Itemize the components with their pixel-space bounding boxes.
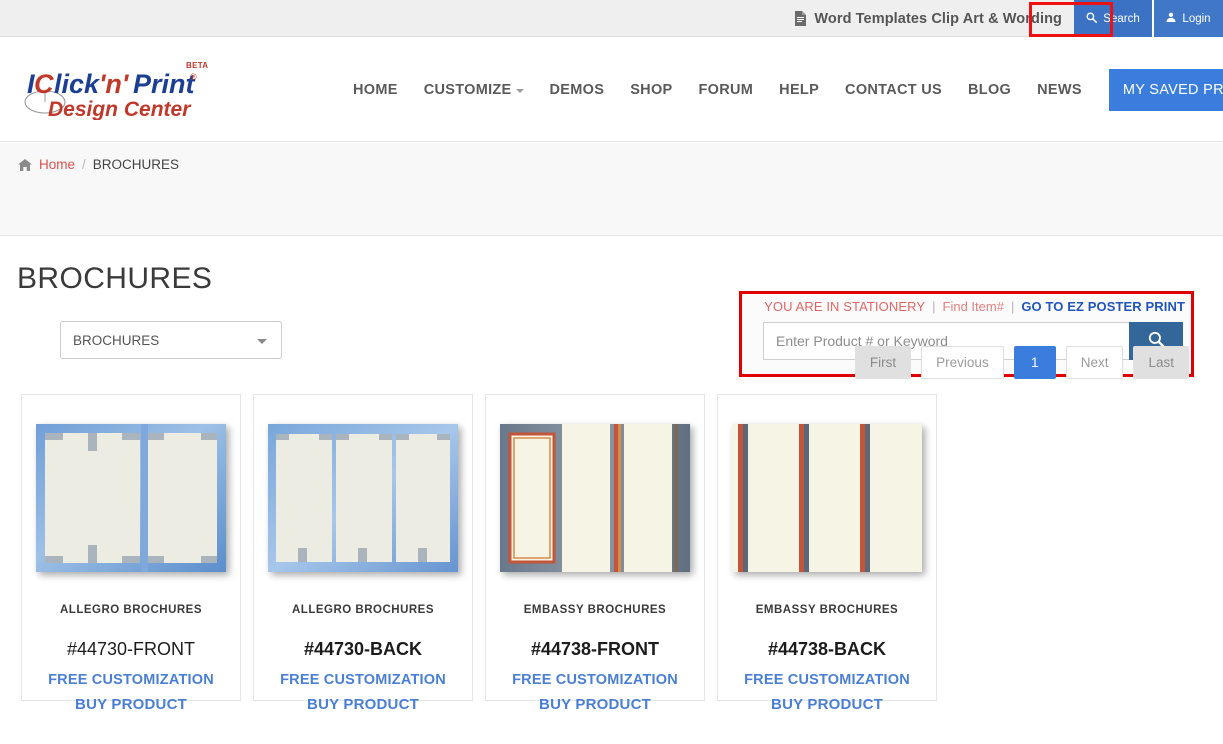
nav-item-contact-us[interactable]: CONTACT US <box>832 82 955 98</box>
page-title: BROCHURES <box>17 262 212 296</box>
nav-item-forum[interactable]: FORUM <box>686 82 767 98</box>
product-card[interactable]: EMBASSY BROCHURES #44738-FRONT FREE CUST… <box>485 394 705 701</box>
pagination: First Previous 1 Next Last <box>855 346 1189 379</box>
buy-product-link[interactable]: BUY PRODUCT <box>717 696 937 713</box>
home-icon <box>18 159 32 171</box>
nav-label: HELP <box>779 82 819 98</box>
my-saved-projects-button[interactable]: MY SAVED PROJECTS <box>1109 69 1223 111</box>
product-thumbnail-wrapper <box>718 395 936 600</box>
pagination-previous[interactable]: Previous <box>921 346 1004 379</box>
svg-text:C: C <box>34 69 54 99</box>
main-navigation: HOME CUSTOMIZE DEMOS SHOP FORUM HELP CON… <box>340 37 1223 142</box>
product-thumbnail-image <box>268 424 458 572</box>
product-thumbnail-wrapper <box>254 395 472 600</box>
saved-projects-label: MY SAVED PROJECTS <box>1123 82 1223 98</box>
product-card-wrapper: ALLEGRO BROCHURES #44730-FRONT FREE CUST… <box>21 394 241 701</box>
beta-badge: BETA <box>186 61 208 70</box>
chevron-down-icon <box>257 339 267 344</box>
product-grid: ALLEGRO BROCHURES #44730-FRONT FREE CUST… <box>21 394 937 701</box>
nav-label: BLOG <box>968 82 1011 98</box>
buy-product-link[interactable]: BUY PRODUCT <box>21 696 241 713</box>
top-utility-bar: Word Templates Clip Art & Wording Search… <box>0 0 1223 37</box>
nav-item-demos[interactable]: DEMOS <box>537 82 618 98</box>
go-to-ez-poster-print-link[interactable]: GO TO EZ POSTER PRINT <box>1021 299 1185 314</box>
product-brand: ALLEGRO BROCHURES <box>60 604 202 616</box>
chevron-down-icon <box>516 89 524 93</box>
svg-text:Design Center: Design Center <box>48 98 192 120</box>
nav-label: NEWS <box>1037 82 1082 98</box>
word-templates-link[interactable]: Word Templates Clip Art & Wording <box>794 0 1074 37</box>
svg-text:®: ® <box>190 72 197 82</box>
document-icon <box>794 11 807 26</box>
pagination-next[interactable]: Next <box>1066 346 1124 379</box>
breadcrumb-strip: Home / BROCHURES BROCHURES YOU ARE IN ST… <box>0 143 1223 236</box>
product-card-wrapper: ALLEGRO BROCHURES #44730-BACK FREE CUSTO… <box>253 394 473 701</box>
nav-label: CONTACT US <box>845 82 942 98</box>
search-icon <box>1086 12 1097 26</box>
product-thumbnail-wrapper <box>22 395 240 600</box>
free-customization-link[interactable]: FREE CUSTOMIZATION <box>48 672 214 688</box>
product-card[interactable]: ALLEGRO BROCHURES #44730-BACK FREE CUSTO… <box>253 394 473 701</box>
site-header: I C lick 'n' Print ® Design Center BETA … <box>0 37 1223 142</box>
breadcrumb-current: BROCHURES <box>93 157 179 172</box>
breadcrumb-home-link[interactable]: Home <box>39 157 75 172</box>
free-customization-link[interactable]: FREE CUSTOMIZATION <box>744 672 910 688</box>
nav-label: DEMOS <box>550 82 605 98</box>
pagination-last[interactable]: Last <box>1133 346 1189 379</box>
product-thumbnail-image <box>36 424 226 572</box>
product-sku: #44730-BACK <box>304 639 422 660</box>
nav-label: FORUM <box>699 82 754 98</box>
pagination-first[interactable]: First <box>855 346 911 379</box>
product-thumbnail-image <box>732 424 922 572</box>
product-sku: #44738-BACK <box>768 639 886 660</box>
product-brand: ALLEGRO BROCHURES <box>292 604 434 616</box>
svg-text:'n': 'n' <box>99 69 130 99</box>
nav-label: CUSTOMIZE <box>424 82 512 98</box>
nav-item-news[interactable]: NEWS <box>1024 82 1095 98</box>
product-brand: EMBASSY BROCHURES <box>524 604 666 616</box>
pagination-page-1[interactable]: 1 <box>1014 346 1056 379</box>
link-separator-1: | <box>932 299 935 314</box>
find-item-link[interactable]: Find Item# <box>943 299 1004 314</box>
stationery-status-label: YOU ARE IN STATIONERY <box>764 299 925 314</box>
product-thumbnail-wrapper <box>486 395 704 600</box>
top-utility-bar-actions: Word Templates Clip Art & Wording Search… <box>794 0 1223 37</box>
nav-item-home[interactable]: HOME <box>340 82 411 98</box>
nav-label: HOME <box>353 82 398 98</box>
svg-text:lick: lick <box>54 69 101 99</box>
category-select-value: BROCHURES <box>73 333 159 348</box>
nav-item-shop[interactable]: SHOP <box>617 82 685 98</box>
breadcrumb: Home / BROCHURES <box>18 157 179 172</box>
top-search-label: Search <box>1103 13 1139 25</box>
nav-item-customize[interactable]: CUSTOMIZE <box>411 82 537 98</box>
product-sku: #44730-FRONT <box>67 639 195 660</box>
search-panel-links: YOU ARE IN STATIONERY | Find Item# | GO … <box>742 299 1185 314</box>
word-templates-label: Word Templates Clip Art & Wording <box>814 11 1062 27</box>
buy-product-link[interactable]: BUY PRODUCT <box>253 696 473 713</box>
top-search-button[interactable]: Search <box>1074 0 1152 37</box>
product-card-wrapper: EMBASSY BROCHURES #44738-BACK FREE CUSTO… <box>717 394 937 701</box>
nav-label: SHOP <box>630 82 672 98</box>
product-sku: #44738-FRONT <box>531 639 659 660</box>
nav-item-help[interactable]: HELP <box>766 82 832 98</box>
product-card[interactable]: ALLEGRO BROCHURES #44730-FRONT FREE CUST… <box>21 394 241 701</box>
login-button[interactable]: Login <box>1152 0 1223 37</box>
product-card-wrapper: EMBASSY BROCHURES #44738-FRONT FREE CUST… <box>485 394 705 701</box>
buy-product-link[interactable]: BUY PRODUCT <box>485 696 705 713</box>
login-label: Login <box>1182 13 1210 25</box>
breadcrumb-separator: / <box>82 157 86 172</box>
user-icon <box>1166 12 1176 25</box>
link-separator-2: | <box>1011 299 1014 314</box>
product-brand: EMBASSY BROCHURES <box>756 604 898 616</box>
product-card[interactable]: EMBASSY BROCHURES #44738-BACK FREE CUSTO… <box>717 394 937 701</box>
nav-item-blog[interactable]: BLOG <box>955 82 1024 98</box>
svg-text:Print: Print <box>133 69 196 99</box>
category-select[interactable]: BROCHURES <box>60 321 282 359</box>
free-customization-link[interactable]: FREE CUSTOMIZATION <box>280 672 446 688</box>
product-thumbnail-image <box>500 424 690 572</box>
free-customization-link[interactable]: FREE CUSTOMIZATION <box>512 672 678 688</box>
